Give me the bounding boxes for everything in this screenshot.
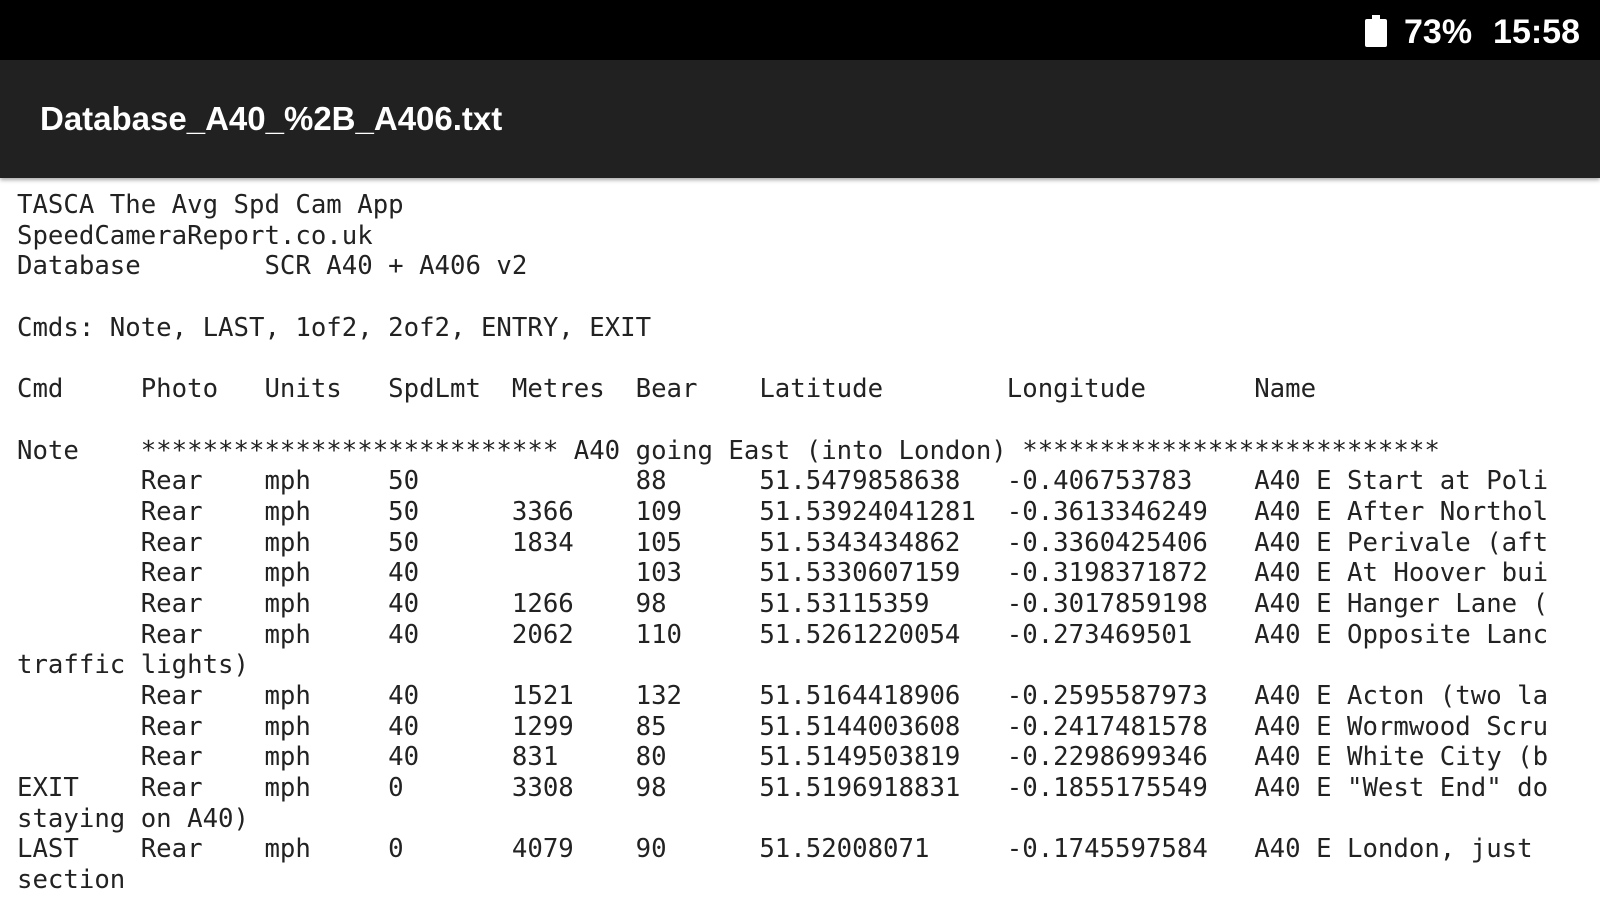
table-row: Rear mph 40 831 80 51.5149503819 -0.2298…	[17, 742, 1549, 773]
table-row: Rear mph 50 3366 109 51.53924041281 -0.3…	[17, 496, 1549, 527]
wrapped-line: section	[17, 865, 126, 896]
text-line: TASCA The Avg Spd Cam App	[17, 190, 404, 220]
table-row: Rear mph 40 1521 132 51.5164418906 -0.25…	[17, 681, 1549, 711]
wrapped-line: staying on A40)	[17, 803, 249, 834]
battery-icon	[1365, 15, 1387, 47]
table-row: LAST Rear mph 0 4079 90 51.52008071 -0.1…	[17, 834, 1533, 865]
table-row: Rear mph 40 1266 98 51.53115359 -0.30178…	[17, 588, 1549, 619]
text-line	[17, 282, 1600, 313]
text-line: Database SCR A40 + A406 v2	[17, 251, 528, 282]
table-row: Rear mph 40 2062 110 51.5261220054 -0.27…	[17, 619, 1549, 650]
text-line: Cmds: Note, LAST, 1of2, 2of2, ENTRY, EXI…	[17, 312, 652, 343]
text-line	[17, 343, 1600, 374]
document-title: Database_A40_%2B_A406.txt	[40, 100, 503, 137]
battery-icon-body	[1365, 19, 1387, 47]
table-row: Rear mph 50 1834 105 51.5343434862 -0.33…	[17, 527, 1549, 558]
note-line: Note *************************** A40 goi…	[17, 435, 1440, 466]
table-row: EXIT Rear mph 0 3308 98 51.5196918831 -0…	[17, 773, 1549, 804]
wrapped-line: traffic lights)	[17, 650, 249, 681]
text-line	[17, 405, 1600, 436]
table-row: Rear mph 50 88 51.5479858638 -0.40675378…	[17, 466, 1549, 497]
table-row: Rear mph 40 1299 85 51.5144003608 -0.241…	[17, 711, 1549, 742]
table-header-line: Cmd Photo Units SpdLmt Metres Bear Latit…	[17, 374, 1317, 405]
battery-percentage: 73%	[1404, 13, 1473, 51]
status-clock: 15:58	[1493, 13, 1580, 51]
status-bar: 73% 15:58	[0, 0, 1600, 60]
text-line: SpeedCameraReport.co.uk	[17, 220, 373, 251]
app-bar: Database_A40_%2B_A406.txt	[0, 60, 1600, 178]
table-row: Rear mph 40 103 51.5330607159 -0.3198371…	[17, 558, 1549, 589]
text-document-viewer[interactable]: TASCA The Avg Spd Cam App SpeedCameraRep…	[17, 190, 1600, 900]
